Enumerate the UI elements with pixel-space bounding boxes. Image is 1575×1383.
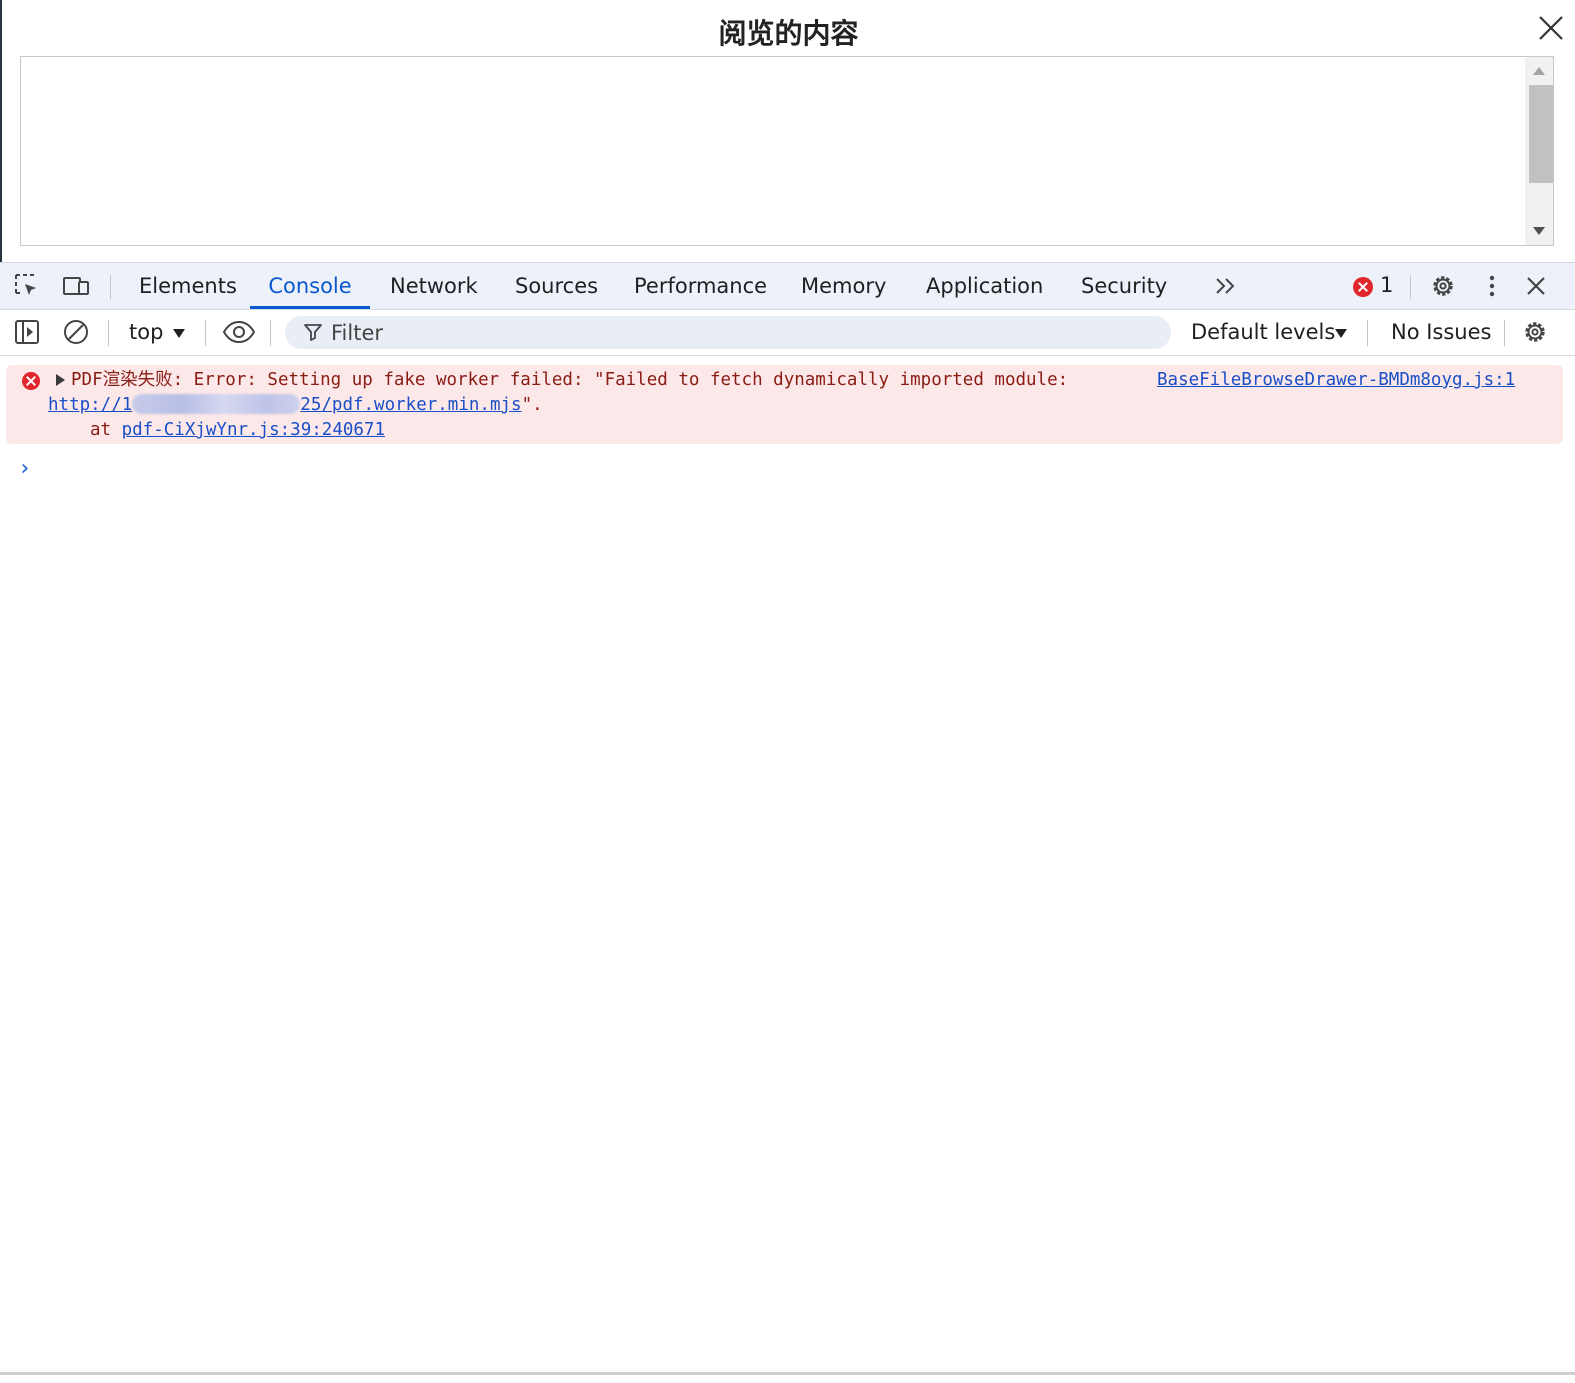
divider (108, 320, 109, 346)
bottom-border (0, 1372, 1575, 1375)
sidebar-toggle-icon[interactable] (13, 318, 41, 346)
tab-memory[interactable]: Memory (801, 263, 886, 309)
worker-url-link-end[interactable]: 25/pdf.worker.min.mjs (300, 395, 521, 415)
tab-elements[interactable]: Elements (139, 263, 237, 309)
scroll-down-icon[interactable] (1533, 227, 1545, 235)
device-toolbar-icon[interactable] (62, 272, 90, 300)
stack-prefix: at (90, 420, 122, 440)
filter-icon (304, 324, 322, 341)
devtools-panel: Elements Console Network Sources Perform… (0, 262, 1575, 1375)
console-toolbar: top Default levels No Issues (0, 310, 1575, 356)
scroll-up-icon[interactable] (1533, 67, 1545, 75)
tab-performance[interactable]: Performance (634, 263, 767, 309)
page-viewport: 阅览的内容 (0, 0, 1575, 262)
clear-console-icon[interactable] (62, 318, 90, 346)
issues-button[interactable]: No Issues (1391, 310, 1491, 354)
log-levels-dropdown[interactable]: Default levels (1191, 310, 1335, 354)
devtools-tab-bar: Elements Console Network Sources Perform… (0, 263, 1575, 310)
redacted-url-blur (132, 394, 301, 414)
modal-title: 阅览的内容 (718, 17, 859, 50)
error-icon (22, 372, 40, 390)
divider (1410, 275, 1411, 299)
stack-trace-line: at pdf-CiXjwYnr.js:39:240671 (90, 418, 385, 443)
filter-input[interactable] (331, 316, 1151, 349)
scrollbar[interactable] (1525, 57, 1553, 245)
more-tabs-icon[interactable] (1212, 272, 1240, 300)
console-prompt-icon[interactable]: › (18, 456, 31, 481)
dropdown-arrow-icon[interactable] (1335, 329, 1347, 338)
error-icon (1353, 277, 1373, 297)
eye-icon[interactable] (222, 318, 256, 346)
error-message-url-line: http://1 25/pdf.worker.min.mjs". (48, 393, 543, 418)
console-error-message[interactable]: PDF渲染失败: Error: Setting up fake worker f… (6, 365, 1563, 444)
divider (205, 320, 206, 346)
dropdown-arrow-icon[interactable] (173, 329, 185, 338)
divider (270, 320, 271, 346)
tab-application[interactable]: Application (926, 263, 1043, 309)
more-options-icon[interactable] (1478, 272, 1506, 300)
preview-content-area (20, 56, 1554, 246)
scrollbar-thumb[interactable] (1529, 85, 1553, 183)
filter-field[interactable] (285, 316, 1171, 349)
context-selector[interactable]: top (129, 310, 163, 354)
divider (110, 275, 111, 299)
source-link[interactable]: BaseFileBrowseDrawer-BMDm8oyg.js:1 (1157, 368, 1515, 393)
tab-security[interactable]: Security (1081, 263, 1167, 309)
tab-network[interactable]: Network (390, 263, 478, 309)
stack-trace-link[interactable]: pdf-CiXjwYnr.js:39:240671 (122, 420, 385, 440)
close-devtools-icon[interactable] (1522, 272, 1550, 300)
error-count: 1 (1380, 273, 1394, 297)
divider (1504, 320, 1505, 346)
tab-sources[interactable]: Sources (515, 263, 598, 309)
console-settings-gear-icon[interactable] (1521, 318, 1549, 346)
divider (1367, 320, 1368, 346)
error-message-text: PDF渲染失败: Error: Setting up fake worker f… (71, 370, 1069, 390)
settings-gear-icon[interactable] (1429, 272, 1457, 300)
tab-console[interactable]: Console (250, 263, 370, 309)
url-suffix: ". (521, 395, 543, 415)
worker-url-link-start[interactable]: http://1 (48, 395, 132, 415)
inspect-element-icon[interactable] (13, 272, 41, 300)
expand-triangle-icon[interactable] (56, 374, 65, 386)
close-icon[interactable] (1537, 14, 1565, 42)
